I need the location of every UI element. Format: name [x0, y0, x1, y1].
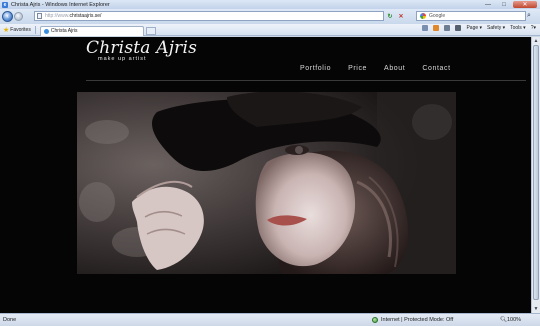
stop-icon[interactable]: ✕ [397, 12, 405, 20]
scroll-up-icon[interactable]: ▲ [533, 38, 539, 44]
zoom-icon: 🔍︎ [500, 317, 507, 323]
refresh-icon[interactable]: ↻ [386, 12, 394, 20]
command-bar: Page ▾ Safety ▾ Tools ▾ ?▾ [422, 25, 536, 31]
scroll-down-icon[interactable]: ▼ [533, 306, 539, 312]
url-prefix: http://www. [45, 13, 70, 19]
status-bar: Done Internet | Protected Mode: Off 🔍︎ 1… [0, 313, 540, 326]
security-zone[interactable]: Internet | Protected Mode: Off [372, 317, 453, 323]
globe-icon [372, 317, 378, 323]
back-arrow-icon: ‹ [6, 13, 9, 20]
zone-text: Internet | Protected Mode: Off [381, 317, 454, 323]
safety-menu[interactable]: Safety ▾ [487, 25, 505, 31]
tab-title: Christa Ajris [50, 28, 78, 34]
url-domain: christaajris.se/ [69, 13, 102, 19]
address-bar[interactable]: http://www. christaajris.se/ [34, 11, 384, 21]
back-button[interactable]: ‹ [2, 11, 13, 22]
site-menu: Portfolio Price About Contact [300, 65, 451, 72]
web-page: Christa Ajris make up artist Portfolio P… [0, 37, 531, 313]
close-button[interactable]: ✕ [513, 1, 537, 8]
maximize-button[interactable]: □ [497, 1, 511, 8]
window-controls: — □ ✕ [481, 1, 537, 8]
feeds-icon[interactable] [433, 25, 440, 31]
address-actions: ↻ ✕ [386, 12, 405, 20]
vertical-scrollbar[interactable]: ▲ ▼ [531, 37, 540, 313]
scroll-thumb[interactable] [533, 45, 539, 300]
minimize-button[interactable]: — [481, 1, 495, 8]
search-icon[interactable]: ⌕ [527, 12, 531, 20]
forward-button[interactable]: › [14, 12, 23, 21]
star-icon: ★ [3, 26, 10, 34]
status-text: Done [3, 317, 17, 323]
home-icon[interactable] [422, 25, 429, 31]
zoom-control[interactable]: 🔍︎ 100% [500, 317, 521, 323]
page-icon [37, 13, 42, 19]
page-menu[interactable]: Page ▾ [466, 25, 482, 31]
favorites-bar: ★ Favorites Christa Ajris Page ▾ Safety … [0, 24, 540, 36]
search-placeholder: Google [429, 13, 446, 19]
site-logo[interactable]: Christa Ajris make up artist [86, 38, 197, 62]
search-box[interactable]: Google [416, 11, 526, 21]
logo-name: Christa Ajris [86, 38, 198, 58]
navigation-bar: ‹ › http://www. christaajris.se/ ↻ ✕ Goo… [0, 9, 540, 24]
google-icon [420, 13, 426, 19]
menu-about[interactable]: About [384, 65, 405, 72]
title-bar: e Christa Ajris - Windows Internet Explo… [0, 0, 540, 9]
new-tab-button[interactable] [145, 26, 156, 35]
mail-icon[interactable] [444, 25, 451, 31]
window-title: Christa Ajris - Windows Internet Explore… [11, 1, 110, 8]
ie-tab-icon [43, 28, 49, 34]
ie-logo-icon: e [2, 1, 8, 8]
zoom-level: 100% [506, 317, 522, 323]
hero-photo [77, 92, 456, 274]
portrait-image [77, 92, 456, 274]
header-divider [86, 80, 526, 81]
menu-portfolio[interactable]: Portfolio [300, 65, 331, 72]
tools-menu[interactable]: Tools ▾ [510, 25, 526, 31]
favorites-button[interactable]: ★ Favorites [3, 26, 31, 34]
forward-arrow-icon: › [17, 13, 20, 20]
favorites-label: Favorites [10, 26, 31, 33]
print-icon[interactable] [455, 25, 462, 31]
divider [34, 25, 36, 34]
tab-christa-ajris[interactable]: Christa Ajris [39, 25, 144, 36]
menu-contact[interactable]: Contact [422, 65, 450, 72]
menu-price[interactable]: Price [348, 65, 367, 72]
help-menu[interactable]: ?▾ [531, 25, 536, 31]
